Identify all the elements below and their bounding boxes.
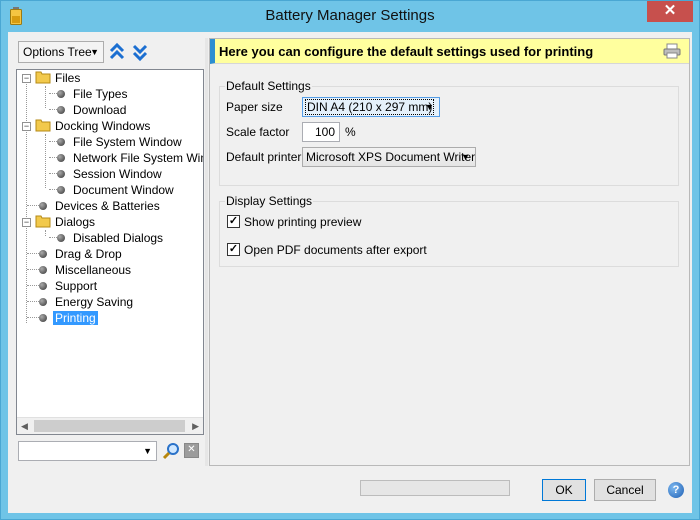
collapse-toggle-files[interactable]: − xyxy=(22,74,31,83)
ok-button[interactable]: OK xyxy=(542,479,586,501)
tree-horizontal-scrollbar[interactable]: ◀ ▶ xyxy=(17,417,203,434)
cancel-button[interactable]: Cancel xyxy=(594,479,656,501)
bullet-icon xyxy=(39,298,47,306)
scale-factor-input[interactable]: 100 xyxy=(302,122,340,142)
tree-item-energy-saving[interactable]: Energy Saving xyxy=(53,294,135,310)
client-area: Options Tree ▼ − Files File Types Downlo… xyxy=(8,32,692,513)
settings-window: Battery Manager Settings ✕ Options Tree … xyxy=(0,0,700,520)
collapse-all-icon[interactable] xyxy=(132,42,148,62)
printer-icon xyxy=(663,43,681,59)
tree-item-download[interactable]: Download xyxy=(71,102,128,118)
bullet-icon xyxy=(57,138,65,146)
tree-item-miscellaneous[interactable]: Miscellaneous xyxy=(53,262,133,278)
tree-connector xyxy=(45,86,46,108)
search-icon[interactable] xyxy=(162,442,180,460)
help-icon[interactable]: ? xyxy=(668,482,684,498)
clear-search-icon[interactable]: ✕ xyxy=(184,443,199,458)
collapse-toggle-docking-windows[interactable]: − xyxy=(22,122,31,131)
bullet-icon xyxy=(57,154,65,162)
open-pdf-label[interactable]: Open PDF documents after export xyxy=(244,243,427,257)
folder-icon xyxy=(35,71,51,84)
bullet-icon xyxy=(57,234,65,242)
tree-search-input[interactable]: ▼ xyxy=(18,441,157,461)
paper-size-select[interactable]: DIN A4 (210 x 297 mm) ▼ xyxy=(302,97,440,117)
bullet-icon xyxy=(39,282,47,290)
chevron-down-icon: ▼ xyxy=(425,102,434,112)
bullet-icon xyxy=(39,202,47,210)
show-preview-label[interactable]: Show printing preview xyxy=(244,215,361,229)
expand-all-icon[interactable] xyxy=(109,42,125,62)
tree-item-printing[interactable]: Printing xyxy=(53,310,98,326)
paper-size-value: DIN A4 (210 x 297 mm) xyxy=(304,99,435,115)
open-pdf-checkbox[interactable]: ✓ xyxy=(227,243,240,256)
scale-factor-unit: % xyxy=(345,125,356,139)
display-settings-title: Display Settings xyxy=(225,194,314,208)
progress-bar xyxy=(360,480,510,496)
bullet-icon xyxy=(57,106,65,114)
chevron-down-icon: ▼ xyxy=(90,47,99,57)
tree-item-file-types[interactable]: File Types xyxy=(71,86,129,102)
close-button[interactable]: ✕ xyxy=(647,1,693,22)
chevron-down-icon: ▼ xyxy=(461,152,470,162)
tree-item-disabled-dialogs[interactable]: Disabled Dialogs xyxy=(71,230,165,246)
tree-connector xyxy=(45,230,46,236)
scrollbar-thumb[interactable] xyxy=(34,420,185,432)
chevron-down-icon[interactable]: ▼ xyxy=(143,446,152,456)
tree-item-network-file-system-window[interactable]: Network File System Window xyxy=(71,150,203,166)
tree-connector xyxy=(26,82,27,323)
tree-item-document-window[interactable]: Document Window xyxy=(71,182,176,198)
tree-item-drag-drop[interactable]: Drag & Drop xyxy=(53,246,124,262)
scroll-right-icon[interactable]: ▶ xyxy=(192,421,199,432)
options-tree[interactable]: − Files File Types Download − Docking Wi… xyxy=(16,69,204,435)
scroll-left-icon[interactable]: ◀ xyxy=(21,421,28,432)
tree-connector xyxy=(45,134,46,188)
tree-item-files[interactable]: Files xyxy=(53,70,82,86)
show-preview-checkbox[interactable]: ✓ xyxy=(227,215,240,228)
default-settings-title: Default Settings xyxy=(225,79,312,93)
paper-size-label: Paper size xyxy=(226,100,283,114)
tree-item-support[interactable]: Support xyxy=(53,278,99,294)
bullet-icon xyxy=(39,266,47,274)
default-printer-select[interactable]: Microsoft XPS Document Writer ▼ xyxy=(302,147,476,167)
tree-item-dialogs[interactable]: Dialogs xyxy=(53,214,97,230)
folder-icon xyxy=(35,215,51,228)
tree-item-devices-batteries[interactable]: Devices & Batteries xyxy=(53,198,162,214)
tree-item-file-system-window[interactable]: File System Window xyxy=(71,134,184,150)
title-bar[interactable]: Battery Manager Settings ✕ xyxy=(1,1,699,32)
bullet-icon xyxy=(39,250,47,258)
tree-item-docking-windows[interactable]: Docking Windows xyxy=(53,118,152,134)
bullet-icon xyxy=(57,170,65,178)
collapse-toggle-dialogs[interactable]: − xyxy=(22,218,31,227)
banner-text: Here you can configure the default setti… xyxy=(219,44,594,59)
options-view-select[interactable]: Options Tree ▼ xyxy=(18,41,104,63)
scale-factor-label: Scale factor xyxy=(226,125,290,139)
bullet-icon xyxy=(57,186,65,194)
info-banner: Here you can configure the default setti… xyxy=(210,39,689,64)
options-view-value: Options Tree xyxy=(23,45,92,59)
default-printer-label: Default printer xyxy=(226,150,302,164)
default-printer-value: Microsoft XPS Document Writer xyxy=(306,150,476,164)
bullet-icon xyxy=(39,314,47,322)
display-settings-group: Display Settings ✓ Show printing preview… xyxy=(219,194,679,267)
default-settings-group: Default Settings Paper size DIN A4 (210 … xyxy=(219,79,679,186)
folder-icon xyxy=(35,119,51,132)
window-title: Battery Manager Settings xyxy=(265,7,435,24)
settings-panel: Here you can configure the default setti… xyxy=(209,38,690,466)
tree-item-session-window[interactable]: Session Window xyxy=(71,166,164,182)
panel-splitter[interactable] xyxy=(205,38,208,466)
bullet-icon xyxy=(57,90,65,98)
